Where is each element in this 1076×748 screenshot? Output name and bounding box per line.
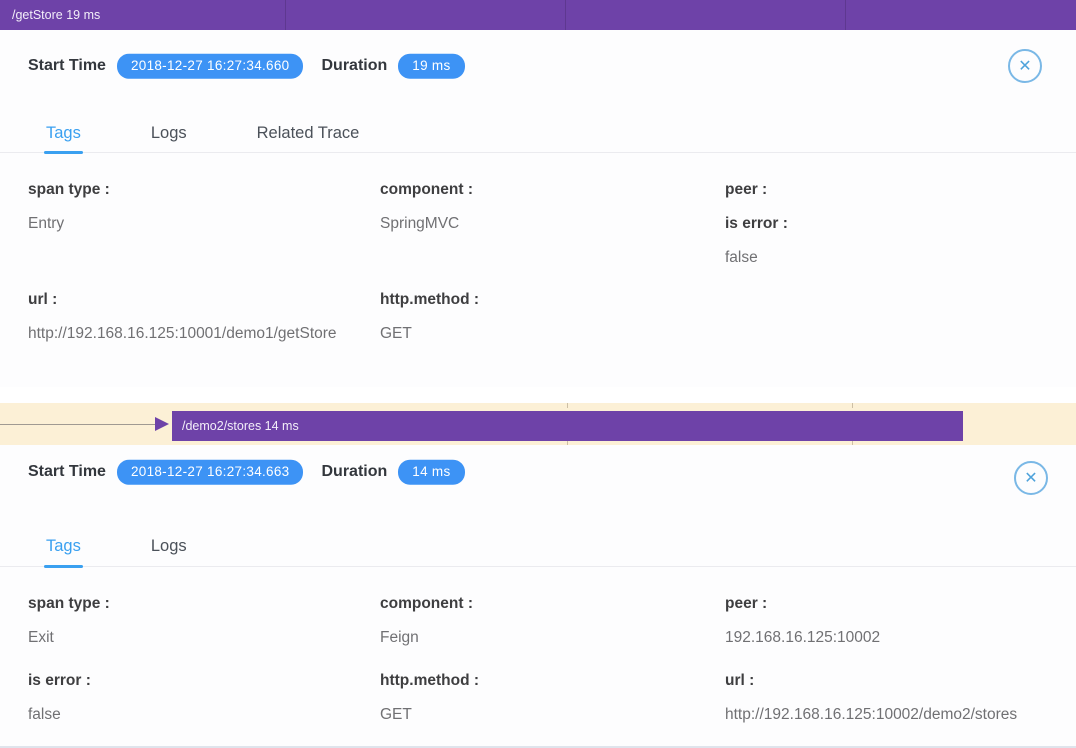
close-button[interactable]: ✕ bbox=[1008, 49, 1042, 83]
timeline-grid-tick bbox=[567, 403, 568, 408]
parent-link-line bbox=[0, 424, 157, 425]
span-header-row: Start Time 2018-12-27 16:27:34.663 Durat… bbox=[28, 460, 465, 485]
span-detail-panel-demo2-stores: Start Time 2018-12-27 16:27:34.663 Durat… bbox=[0, 445, 1076, 748]
span-type-value: Entry bbox=[28, 215, 64, 233]
http-method-label: http.method : bbox=[380, 672, 479, 690]
timeline-grid-tick bbox=[285, 0, 286, 30]
tab-logs[interactable]: Logs bbox=[151, 114, 187, 152]
component-label: component : bbox=[380, 595, 473, 613]
tab-label: Tags bbox=[46, 124, 81, 143]
tab-tags[interactable]: Tags bbox=[46, 526, 81, 566]
duration-badge: 19 ms bbox=[398, 54, 464, 79]
http-method-value: GET bbox=[380, 325, 412, 343]
peer-value: 192.168.16.125:10002 bbox=[725, 629, 880, 647]
span-bar-label: /getStore 19 ms bbox=[12, 8, 100, 22]
duration-badge: 14 ms bbox=[398, 460, 464, 485]
start-time-badge: 2018-12-27 16:27:34.660 bbox=[117, 54, 304, 79]
component-label: component : bbox=[380, 181, 473, 199]
is-error-value: false bbox=[725, 249, 758, 267]
url-value: http://192.168.16.125:10001/demo1/getSto… bbox=[28, 325, 337, 343]
tab-label: Logs bbox=[151, 537, 187, 556]
timeline-grid-tick bbox=[565, 0, 566, 30]
trace-span-bar-getstore[interactable]: /getStore 19 ms bbox=[0, 0, 1076, 30]
trace-timeline-band: /demo2/stores 14 ms bbox=[0, 403, 1076, 445]
component-value: SpringMVC bbox=[380, 215, 459, 233]
component-value: Feign bbox=[380, 629, 419, 647]
close-button[interactable]: ✕ bbox=[1014, 461, 1048, 495]
tab-related-trace[interactable]: Related Trace bbox=[257, 114, 360, 152]
http-method-label: http.method : bbox=[380, 291, 479, 309]
span-type-label: span type : bbox=[28, 181, 110, 199]
url-label: url : bbox=[725, 672, 754, 690]
url-label: url : bbox=[28, 291, 57, 309]
tab-tags[interactable]: Tags bbox=[46, 114, 81, 152]
span-type-label: span type : bbox=[28, 595, 110, 613]
timeline-grid-tick bbox=[845, 0, 846, 30]
span-bar-label: /demo2/stores 14 ms bbox=[182, 419, 299, 433]
tab-logs[interactable]: Logs bbox=[151, 526, 187, 566]
is-error-value: false bbox=[28, 706, 61, 724]
duration-label: Duration bbox=[321, 463, 387, 481]
is-error-label: is error : bbox=[725, 215, 788, 233]
span-detail-panel-getstore: Start Time 2018-12-27 16:27:34.660 Durat… bbox=[0, 30, 1076, 387]
peer-label: peer : bbox=[725, 595, 767, 613]
url-value: http://192.168.16.125:10002/demo2/stores bbox=[725, 706, 1017, 724]
close-icon: ✕ bbox=[1018, 56, 1031, 76]
trace-span-bar-demo2-stores[interactable]: /demo2/stores 14 ms bbox=[172, 411, 963, 441]
start-time-label: Start Time bbox=[28, 463, 106, 481]
http-method-value: GET bbox=[380, 706, 412, 724]
span-type-value: Exit bbox=[28, 629, 54, 647]
is-error-label: is error : bbox=[28, 672, 91, 690]
close-icon: ✕ bbox=[1024, 468, 1037, 488]
peer-label: peer : bbox=[725, 181, 767, 199]
arrow-right-icon bbox=[155, 417, 169, 431]
duration-label: Duration bbox=[321, 57, 387, 75]
tab-label: Tags bbox=[46, 537, 81, 556]
timeline-grid-tick bbox=[852, 403, 853, 408]
tab-label: Related Trace bbox=[257, 124, 360, 143]
tab-bar: Tags Logs Related Trace bbox=[0, 114, 1076, 153]
start-time-label: Start Time bbox=[28, 57, 106, 75]
span-header-row: Start Time 2018-12-27 16:27:34.660 Durat… bbox=[28, 54, 465, 79]
tab-label: Logs bbox=[151, 124, 187, 143]
start-time-badge: 2018-12-27 16:27:34.663 bbox=[117, 460, 304, 485]
tab-bar: Tags Logs bbox=[0, 526, 1076, 567]
